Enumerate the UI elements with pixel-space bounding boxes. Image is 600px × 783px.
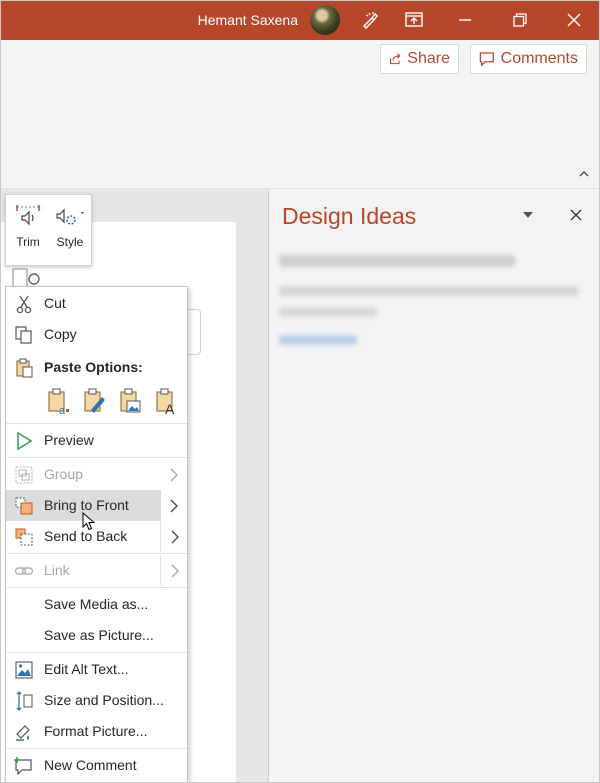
share-label: Share bbox=[407, 50, 450, 67]
menu-label-save-media-as: Save Media as... bbox=[44, 596, 149, 612]
menu-label-group: Group bbox=[44, 466, 83, 482]
paste-options-label: Paste Options: bbox=[44, 359, 143, 375]
search-icon bbox=[12, 268, 40, 288]
new-comment-icon bbox=[14, 757, 32, 776]
pane-title: Design Ideas bbox=[282, 203, 417, 229]
menu-label-save-as-picture: Save as Picture... bbox=[44, 627, 154, 643]
copy-icon bbox=[15, 326, 32, 344]
menu-item-group[interactable]: Group bbox=[6, 459, 187, 490]
submenu-bring-to-front[interactable] bbox=[161, 490, 187, 521]
menu-label-new-comment: New Comment bbox=[44, 757, 137, 773]
comments-label: Comments bbox=[500, 50, 578, 67]
menu-item-new-comment[interactable]: New Comment bbox=[6, 750, 187, 781]
menu-separator bbox=[6, 553, 187, 554]
paste-picture-icon[interactable] bbox=[118, 388, 142, 416]
scissors-icon bbox=[16, 295, 32, 314]
link-icon bbox=[14, 567, 34, 575]
bring-to-front-icon bbox=[15, 497, 33, 515]
menu-separator bbox=[6, 457, 187, 458]
menu-item-save-as-picture[interactable]: Save as Picture... bbox=[6, 620, 187, 651]
pen-icon[interactable] bbox=[352, 0, 388, 40]
svg-text:a: a bbox=[59, 405, 66, 416]
menu-item-save-media-as[interactable]: Save Media as... bbox=[6, 589, 187, 620]
paste-options-row: a A bbox=[46, 388, 186, 418]
paste-text-only-icon[interactable]: A bbox=[154, 388, 178, 416]
menu-item-size-and-position[interactable]: Size and Position... bbox=[6, 685, 187, 716]
trim-button[interactable]: Trim bbox=[8, 199, 48, 259]
submenu-arrow-icon bbox=[160, 555, 188, 586]
pane-options-icon[interactable] bbox=[518, 205, 538, 225]
style-button[interactable]: Style bbox=[50, 199, 90, 259]
mouse-pointer-icon bbox=[82, 512, 96, 531]
collapse-ribbon-icon[interactable] bbox=[578, 168, 590, 180]
comment-icon bbox=[479, 52, 494, 67]
menu-label-format-picture: Format Picture... bbox=[44, 723, 148, 739]
menu-separator bbox=[6, 748, 187, 749]
menu-item-send-to-back[interactable]: Send to Back bbox=[6, 521, 187, 552]
share-icon bbox=[389, 53, 401, 65]
trim-label: Trim bbox=[16, 235, 40, 249]
menu-separator bbox=[6, 652, 187, 653]
menu-label-preview: Preview bbox=[44, 432, 94, 448]
design-ideas-pane: Design Ideas bbox=[268, 189, 600, 783]
minimize-icon[interactable] bbox=[447, 0, 483, 40]
blurred-heading bbox=[279, 255, 515, 267]
play-icon bbox=[17, 431, 33, 451]
ribbon: Share Comments bbox=[0, 40, 600, 189]
mini-toolbar: Trim Style bbox=[5, 194, 92, 266]
close-icon[interactable] bbox=[556, 0, 592, 40]
style-icon bbox=[56, 208, 84, 225]
present-icon[interactable] bbox=[396, 0, 432, 40]
paste-icon bbox=[16, 358, 33, 378]
menu-item-cut[interactable]: Cut bbox=[6, 288, 187, 319]
menu-separator bbox=[6, 423, 187, 424]
share-button[interactable]: Share bbox=[380, 44, 459, 74]
avatar[interactable] bbox=[310, 5, 340, 35]
media-object-edge[interactable] bbox=[186, 309, 201, 355]
menu-item-link[interactable]: Link bbox=[6, 555, 187, 586]
submenu-arrow-icon bbox=[170, 499, 178, 513]
format-picture-icon bbox=[16, 725, 30, 741]
title-bar: Hemant Saxena bbox=[0, 0, 600, 40]
menu-label-cut: Cut bbox=[44, 295, 66, 311]
comments-button[interactable]: Comments bbox=[470, 44, 587, 74]
pane-close-icon[interactable] bbox=[566, 205, 586, 225]
submenu-arrow-icon bbox=[160, 521, 188, 552]
paste-options-header: Paste Options: bbox=[6, 352, 187, 383]
menu-item-edit-alt-text[interactable]: Edit Alt Text... bbox=[6, 654, 187, 685]
menu-label-bring-to-front: Bring to Front bbox=[44, 497, 129, 513]
menu-item-format-picture[interactable]: Format Picture... bbox=[6, 716, 187, 747]
paste-use-destination-icon[interactable] bbox=[82, 388, 106, 416]
menu-label-size-and-position: Size and Position... bbox=[44, 692, 164, 708]
group-icon bbox=[15, 466, 33, 484]
user-name[interactable]: Hemant Saxena bbox=[198, 0, 298, 40]
menu-label-copy: Copy bbox=[44, 326, 77, 342]
style-label: Style bbox=[56, 235, 84, 249]
trim-icon bbox=[16, 205, 40, 226]
menu-separator bbox=[6, 587, 187, 588]
svg-text:A: A bbox=[165, 401, 175, 416]
paste-keep-source-icon[interactable]: a bbox=[46, 388, 70, 416]
submenu-arrow-icon bbox=[160, 459, 187, 490]
menu-label-edit-alt-text: Edit Alt Text... bbox=[44, 661, 129, 677]
menu-item-preview[interactable]: Preview bbox=[6, 425, 187, 456]
blurred-text bbox=[279, 307, 377, 317]
alt-text-icon bbox=[15, 661, 33, 679]
send-to-back-icon bbox=[15, 528, 33, 546]
restore-icon[interactable] bbox=[502, 0, 538, 40]
blurred-link bbox=[279, 335, 357, 345]
blurred-text bbox=[279, 286, 579, 296]
menu-item-copy[interactable]: Copy bbox=[6, 319, 187, 350]
menu-label-link: Link bbox=[44, 562, 70, 578]
size-position-icon bbox=[16, 691, 33, 711]
context-menu: Cut Copy Paste Options: a A Preview Grou… bbox=[5, 286, 188, 783]
